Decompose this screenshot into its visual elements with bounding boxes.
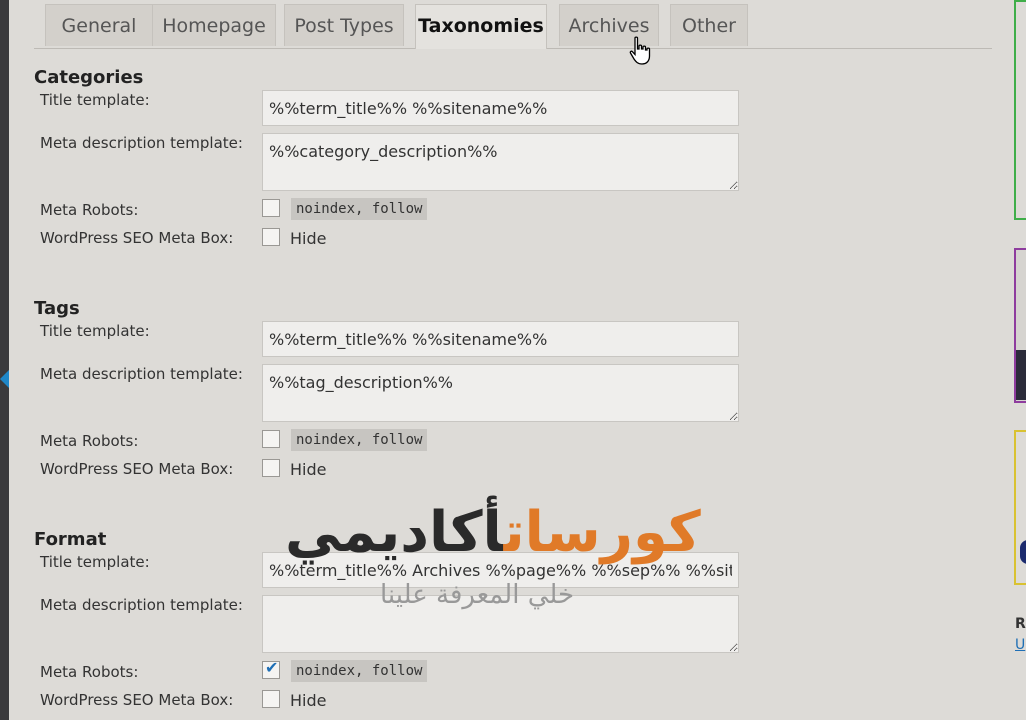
- tab-homepage[interactable]: Homepage: [152, 4, 276, 46]
- format-hide-checkbox[interactable]: [262, 690, 280, 708]
- hide-label: Hide: [290, 691, 327, 710]
- collapse-arrow-icon[interactable]: [0, 370, 9, 388]
- section-title-format: Format: [34, 529, 107, 550]
- label-meta-description-template: Meta description template:: [40, 596, 243, 614]
- label-title-template: Title template:: [40, 322, 150, 340]
- watermark-subtitle: خلي المعرفة علينا: [380, 580, 575, 610]
- tags-title-template-input[interactable]: [262, 321, 739, 357]
- section-title-categories: Categories: [34, 67, 144, 88]
- sidebar-link-u[interactable]: U: [1015, 637, 1025, 653]
- categories-meta-description-input[interactable]: %%category_description%%: [262, 133, 739, 191]
- left-admin-strip: [0, 0, 9, 720]
- sidebar-logo-icon: [1020, 540, 1026, 564]
- tags-noindex-checkbox[interactable]: [262, 430, 280, 448]
- label-meta-robots: Meta Robots:: [40, 663, 139, 681]
- label-meta-robots: Meta Robots:: [40, 201, 139, 219]
- tags-hide-checkbox[interactable]: [262, 459, 280, 477]
- hide-label: Hide: [290, 460, 327, 479]
- label-seo-meta-box: WordPress SEO Meta Box:: [40, 460, 234, 478]
- format-noindex-checkbox[interactable]: ✔: [262, 658, 280, 679]
- watermark-title: كورساتأكاديمي: [285, 500, 701, 565]
- label-seo-meta-box: WordPress SEO Meta Box:: [40, 691, 234, 709]
- section-title-tags: Tags: [34, 298, 80, 319]
- categories-noindex-checkbox[interactable]: [262, 199, 280, 217]
- sidebar-widget-purple: [1014, 248, 1026, 403]
- label-seo-meta-box: WordPress SEO Meta Box:: [40, 229, 234, 247]
- sidebar-image: [1016, 350, 1026, 400]
- noindex-follow-label: noindex, follow: [291, 198, 428, 220]
- hand-cursor-icon: [629, 36, 651, 65]
- tab-taxonomies[interactable]: Taxonomies: [415, 4, 547, 49]
- label-meta-description-template: Meta description template:: [40, 134, 243, 152]
- noindex-follow-label: noindex, follow: [291, 660, 428, 682]
- checkmark-icon: ✔: [265, 658, 279, 677]
- label-title-template: Title template:: [40, 553, 150, 571]
- categories-title-template-input[interactable]: [262, 90, 739, 126]
- tags-meta-description-input[interactable]: %%tag_description%%: [262, 364, 739, 422]
- watermark-title-dark: أكاديمي: [285, 500, 504, 565]
- noindex-follow-label: noindex, follow: [291, 429, 428, 451]
- sidebar-widget-yellow: [1014, 430, 1026, 585]
- hide-label: Hide: [290, 229, 327, 248]
- watermark-title-orange: كورسات: [503, 500, 701, 565]
- sidebar-widget-green: [1014, 0, 1026, 220]
- settings-tabs: General Homepage Post Types Taxonomies A…: [34, 0, 992, 49]
- label-meta-description-template: Meta description template:: [40, 365, 243, 383]
- tab-post-types[interactable]: Post Types: [284, 4, 404, 46]
- label-meta-robots: Meta Robots:: [40, 432, 139, 450]
- label-title-template: Title template:: [40, 91, 150, 109]
- tab-general[interactable]: General: [45, 4, 153, 46]
- categories-hide-checkbox[interactable]: [262, 228, 280, 246]
- tab-other[interactable]: Other: [670, 4, 748, 46]
- watermark-logo: كورساتأكاديمي خلي المعرفة علينا: [285, 500, 745, 620]
- sidebar-text-r: R: [1015, 616, 1026, 632]
